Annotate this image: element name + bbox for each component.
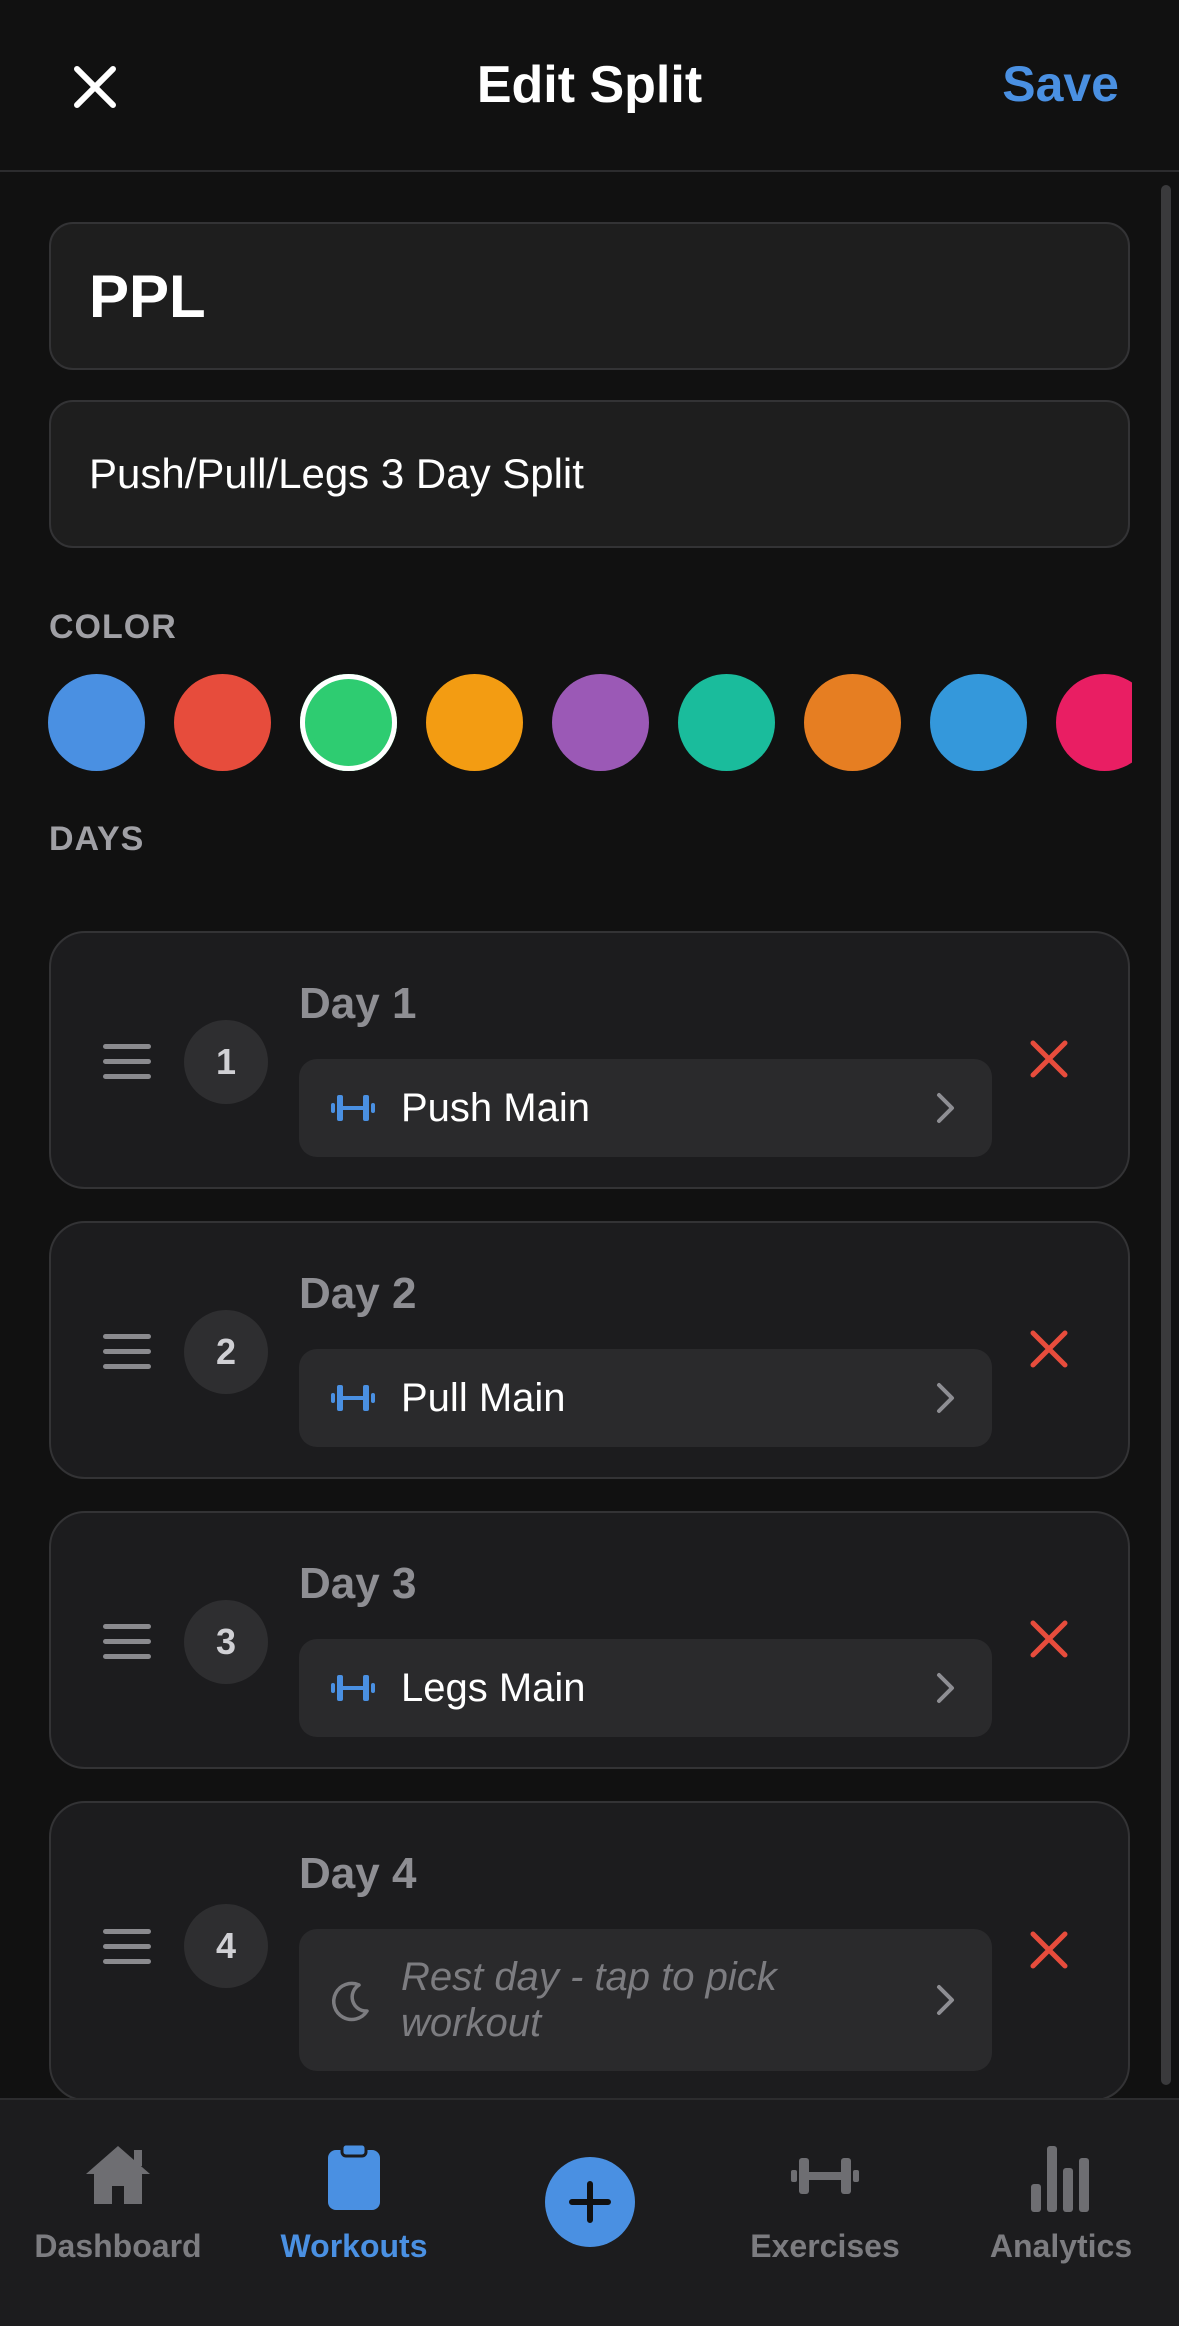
drag-handle-icon[interactable] bbox=[103, 1044, 151, 1080]
tab-exercises[interactable]: Exercises bbox=[707, 2100, 943, 2326]
workout-picker-day-2[interactable]: Pull Main bbox=[299, 1349, 992, 1447]
color-swatch-8[interactable] bbox=[1056, 674, 1132, 771]
dumbbell-icon bbox=[331, 1385, 375, 1411]
split-description-value: Push/Pull/Legs 3 Day Split bbox=[89, 450, 584, 497]
content-scroll[interactable]: PPL Push/Pull/Legs 3 Day Split COLOR DAY… bbox=[0, 174, 1179, 2098]
chevron-right-icon bbox=[937, 1383, 954, 1413]
drag-handle-icon[interactable] bbox=[103, 1929, 151, 1965]
day-number-badge: 4 bbox=[184, 1904, 268, 1988]
split-name-value: PPL bbox=[89, 262, 206, 330]
tab-bar: Dashboard Workouts Exercises Analytics bbox=[0, 2098, 1179, 2326]
remove-day-button[interactable] bbox=[1027, 1928, 1071, 1972]
dumbbell-icon bbox=[331, 1095, 375, 1121]
tab-label: Analytics bbox=[989, 2228, 1133, 2264]
close-button[interactable] bbox=[60, 52, 130, 122]
day-card-3: 3 Day 3 Legs Main bbox=[49, 1511, 1130, 1769]
split-name-input[interactable]: PPL bbox=[49, 222, 1130, 370]
workout-picker-day-3[interactable]: Legs Main bbox=[299, 1639, 992, 1737]
dumbbell-icon bbox=[791, 2158, 859, 2194]
color-swatch-7[interactable] bbox=[930, 674, 1027, 771]
bar-chart-icon bbox=[1031, 2146, 1089, 2212]
header: Edit Split Save bbox=[0, 0, 1179, 172]
remove-day-button[interactable] bbox=[1027, 1327, 1071, 1371]
days-section-label: DAYS bbox=[49, 820, 145, 858]
color-swatch-0[interactable] bbox=[48, 674, 145, 771]
color-swatch-5[interactable] bbox=[678, 674, 775, 771]
day-number-badge: 1 bbox=[184, 1020, 268, 1104]
tab-workouts[interactable]: Workouts bbox=[236, 2100, 472, 2326]
home-icon bbox=[86, 2146, 150, 2204]
workout-picker-day-1[interactable]: Push Main bbox=[299, 1059, 992, 1157]
workout-name: Legs Main bbox=[401, 1666, 586, 1710]
day-title: Day 2 bbox=[299, 1269, 417, 1318]
scrollbar[interactable] bbox=[1161, 185, 1171, 2085]
clipboard-icon bbox=[328, 2142, 380, 2210]
chevron-right-icon bbox=[937, 1985, 954, 2015]
color-swatch-row bbox=[48, 674, 1132, 774]
tab-dashboard[interactable]: Dashboard bbox=[0, 2100, 236, 2326]
color-swatch-4[interactable] bbox=[552, 674, 649, 771]
day-card-1: 1 Day 1 Push Main bbox=[49, 931, 1130, 1189]
color-section-label: COLOR bbox=[49, 608, 177, 646]
day-number-badge: 3 bbox=[184, 1600, 268, 1684]
day-card-2: 2 Day 2 Pull Main bbox=[49, 1221, 1130, 1479]
tab-label: Workouts bbox=[280, 2228, 428, 2264]
save-button[interactable]: Save bbox=[1002, 55, 1119, 113]
workout-name: Pull Main bbox=[401, 1376, 566, 1420]
dumbbell-icon bbox=[331, 1675, 375, 1701]
color-swatch-3[interactable] bbox=[426, 674, 523, 771]
day-title: Day 4 bbox=[299, 1849, 417, 1898]
rest-day-hint: Rest day - tap to pick workout bbox=[401, 1955, 777, 2045]
tab-label: Exercises bbox=[750, 2228, 900, 2264]
drag-handle-icon[interactable] bbox=[103, 1334, 151, 1370]
color-swatch-1[interactable] bbox=[174, 674, 271, 771]
day-title: Day 3 bbox=[299, 1559, 417, 1608]
tab-analytics[interactable]: Analytics bbox=[943, 2100, 1179, 2326]
color-swatch-6[interactable] bbox=[804, 674, 901, 771]
edit-split-screen: Edit Split Save PPL Push/Pull/Legs 3 Day… bbox=[0, 0, 1179, 2326]
tab-label: Dashboard bbox=[34, 2228, 202, 2264]
moon-icon bbox=[332, 1981, 369, 2022]
workout-name: Push Main bbox=[401, 1086, 590, 1130]
day-number-badge: 2 bbox=[184, 1310, 268, 1394]
workout-picker-day-4[interactable]: Rest day - tap to pick workout bbox=[299, 1929, 992, 2071]
day-title: Day 1 bbox=[299, 979, 417, 1028]
day-card-4: 4 Day 4 Rest day - tap to pick workout bbox=[49, 1801, 1130, 2098]
plus-icon bbox=[569, 2181, 611, 2223]
add-button[interactable] bbox=[545, 2157, 635, 2247]
close-icon bbox=[74, 66, 116, 108]
split-description-input[interactable]: Push/Pull/Legs 3 Day Split bbox=[49, 400, 1130, 548]
chevron-right-icon bbox=[937, 1093, 954, 1123]
remove-day-button[interactable] bbox=[1027, 1617, 1071, 1661]
color-swatch-2[interactable] bbox=[300, 674, 397, 771]
drag-handle-icon[interactable] bbox=[103, 1624, 151, 1660]
remove-day-button[interactable] bbox=[1027, 1037, 1071, 1081]
chevron-right-icon bbox=[937, 1673, 954, 1703]
